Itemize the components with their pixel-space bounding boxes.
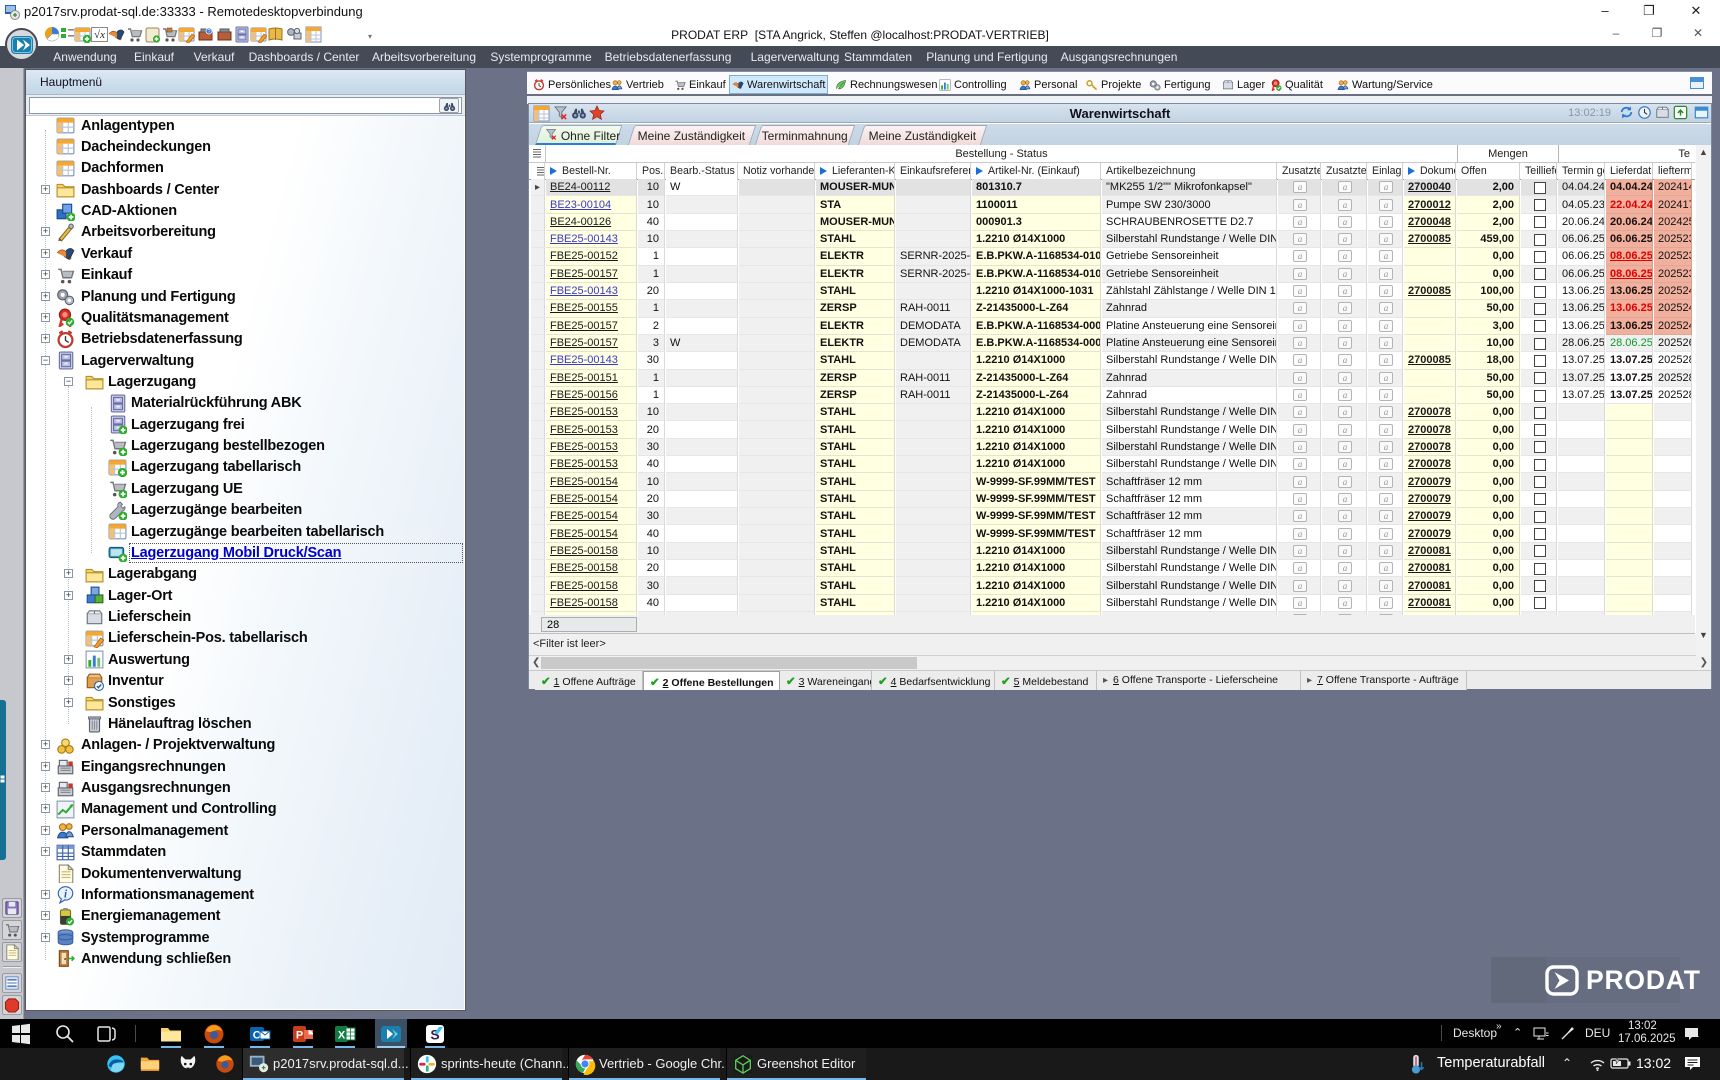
svg-text:P: P <box>296 1030 303 1042</box>
svg-text:X: X <box>338 1030 346 1042</box>
